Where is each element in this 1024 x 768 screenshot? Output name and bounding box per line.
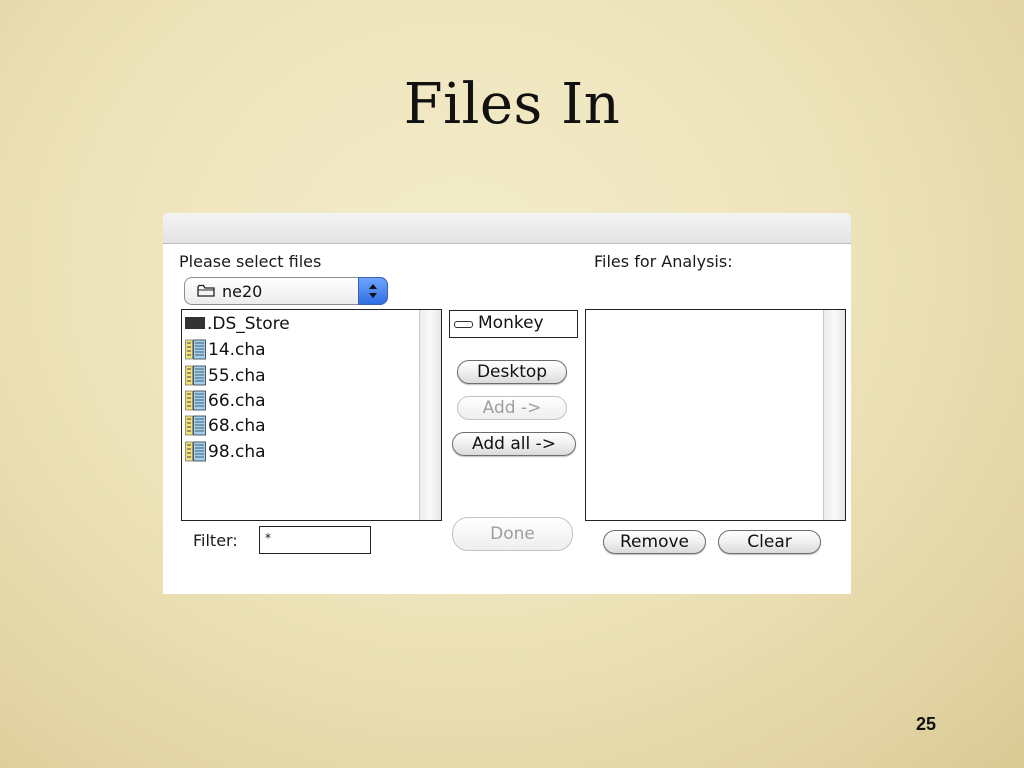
analysis-list-scrollbar[interactable] [823, 310, 845, 520]
file-list-item[interactable]: 66.cha [185, 389, 266, 413]
folder-icon [197, 284, 215, 297]
file-selection-dialog: Please select files Files for Analysis: … [163, 213, 851, 594]
popup-arrows-icon [358, 277, 388, 305]
desktop-button[interactable]: Desktop [457, 360, 567, 384]
file-list-item[interactable]: .DS_Store [185, 312, 290, 336]
file-list-item[interactable]: 14.cha [185, 338, 266, 362]
clear-button[interactable]: Clear [718, 530, 821, 554]
cha-document-icon [185, 390, 206, 410]
volume-name: Monkey [478, 313, 544, 333]
cha-document-icon [185, 365, 206, 385]
analysis-file-list[interactable] [585, 309, 846, 521]
file-list-scrollbar[interactable] [419, 310, 441, 520]
file-list-item[interactable]: 68.cha [185, 414, 266, 438]
filter-label: Filter: [193, 531, 238, 550]
done-button[interactable]: Done [452, 517, 573, 551]
file-list[interactable]: .DS_Store 14.cha 55.cha 66.cha 68.cha 98… [181, 309, 442, 521]
cha-document-icon [185, 415, 206, 435]
folder-popup-value: ne20 [222, 282, 263, 301]
dialog-titlebar[interactable] [163, 213, 851, 244]
file-list-item[interactable]: 98.cha [185, 440, 266, 464]
folder-popup[interactable]: ne20 [184, 277, 388, 305]
volume-selector[interactable]: Monkey [449, 310, 578, 338]
page-number: 25 [915, 714, 936, 734]
generic-file-icon [185, 317, 205, 329]
slide-title: Files In [403, 72, 621, 137]
cha-document-icon [185, 441, 206, 461]
filter-input[interactable]: * [259, 526, 371, 554]
remove-button[interactable]: Remove [603, 530, 706, 554]
cha-document-icon [185, 339, 206, 359]
select-files-label: Please select files [179, 252, 322, 271]
file-list-item[interactable]: 55.cha [185, 364, 266, 388]
drive-icon [454, 321, 473, 328]
files-for-analysis-label: Files for Analysis: [594, 252, 733, 271]
add-button[interactable]: Add -> [457, 396, 567, 420]
add-all-button[interactable]: Add all -> [452, 432, 576, 456]
